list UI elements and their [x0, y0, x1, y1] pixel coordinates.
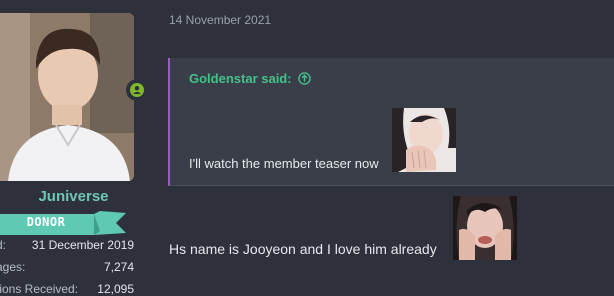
stat-value: 7,274 — [103, 260, 134, 274]
quote-image[interactable] — [392, 108, 456, 172]
user-panel: Juniverse DONOR d: 31 December 2019 ages… — [0, 0, 148, 296]
crying-face-image-icon — [453, 196, 517, 260]
stat-label: d: — [0, 238, 7, 252]
avatar-portrait-icon — [0, 13, 134, 181]
username-link[interactable]: Juniverse — [0, 188, 147, 205]
crying-girl-image-icon — [392, 108, 456, 172]
quote-text: I'll watch the member teaser now — [189, 156, 379, 171]
quote-author[interactable]: Goldenstar said: — [189, 71, 292, 86]
stat-label: ages: — [0, 260, 26, 274]
stat-value: 31 December 2019 — [31, 238, 134, 252]
user-avatar[interactable] — [0, 13, 134, 181]
quote-author-link[interactable]: Goldenstar said: — [189, 71, 311, 86]
online-status — [126, 79, 148, 101]
user-online-icon — [130, 83, 144, 97]
post-image[interactable] — [453, 196, 517, 260]
post-body-text: Hs name is Jooyeon and I love him alread… — [169, 241, 437, 257]
donor-banner: DONOR — [26, 215, 66, 229]
arrow-up-circle-icon[interactable] — [298, 72, 311, 85]
quote-block: Goldenstar said: I'll watch the member t… — [168, 58, 614, 186]
stat-value: 12,095 — [97, 282, 134, 296]
post-date[interactable]: 14 November 2021 — [169, 13, 271, 27]
stat-label: tions Received: — [0, 282, 79, 296]
